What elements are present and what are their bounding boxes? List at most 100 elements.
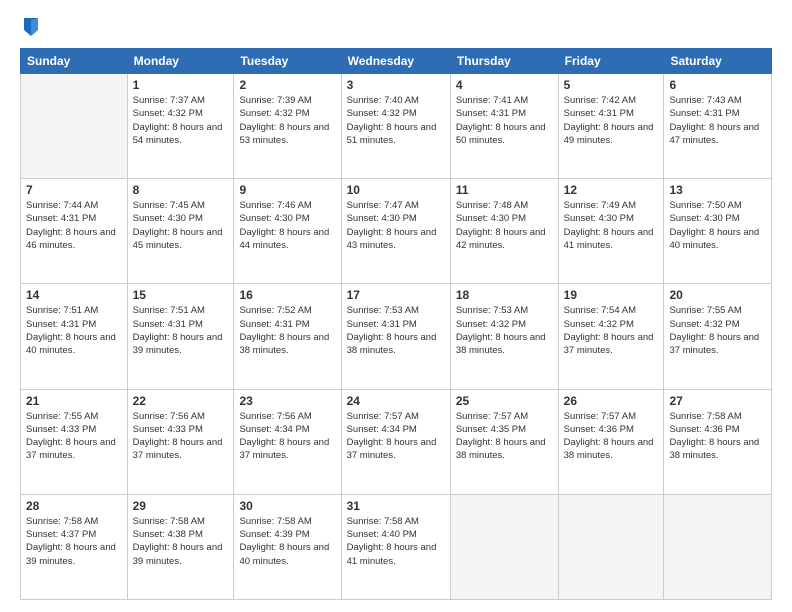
weekday-header-thursday: Thursday [450,49,558,74]
calendar-table: SundayMondayTuesdayWednesdayThursdayFrid… [20,48,772,600]
calendar-cell: 22 Sunrise: 7:56 AMSunset: 4:33 PMDayligh… [127,389,234,494]
calendar-cell: 4 Sunrise: 7:41 AMSunset: 4:31 PMDaylight… [450,74,558,179]
day-info: Sunrise: 7:47 AMSunset: 4:30 PMDaylight:… [347,199,445,252]
day-info: Sunrise: 7:43 AMSunset: 4:31 PMDaylight:… [669,94,766,147]
day-number: 8 [133,183,229,197]
day-number: 30 [239,499,335,513]
day-number: 6 [669,78,766,92]
calendar-cell: 15 Sunrise: 7:51 AMSunset: 4:31 PMDayligh… [127,284,234,389]
day-number: 31 [347,499,445,513]
logo-text [20,18,40,38]
calendar-cell: 26 Sunrise: 7:57 AMSunset: 4:36 PMDayligh… [558,389,664,494]
day-number: 4 [456,78,553,92]
calendar-cell: 30 Sunrise: 7:58 AMSunset: 4:39 PMDayligh… [234,494,341,599]
day-number: 26 [564,394,659,408]
calendar-cell: 7 Sunrise: 7:44 AMSunset: 4:31 PMDaylight… [21,179,128,284]
calendar-cell: 12 Sunrise: 7:49 AMSunset: 4:30 PMDayligh… [558,179,664,284]
day-info: Sunrise: 7:57 AMSunset: 4:35 PMDaylight:… [456,410,553,463]
calendar-cell: 21 Sunrise: 7:55 AMSunset: 4:33 PMDayligh… [21,389,128,494]
calendar-cell [21,74,128,179]
day-info: Sunrise: 7:49 AMSunset: 4:30 PMDaylight:… [564,199,659,252]
day-info: Sunrise: 7:58 AMSunset: 4:40 PMDaylight:… [347,515,445,568]
day-info: Sunrise: 7:37 AMSunset: 4:32 PMDaylight:… [133,94,229,147]
weekday-header-monday: Monday [127,49,234,74]
day-info: Sunrise: 7:56 AMSunset: 4:33 PMDaylight:… [133,410,229,463]
day-number: 17 [347,288,445,302]
day-number: 19 [564,288,659,302]
day-info: Sunrise: 7:50 AMSunset: 4:30 PMDaylight:… [669,199,766,252]
day-info: Sunrise: 7:58 AMSunset: 4:37 PMDaylight:… [26,515,122,568]
calendar-cell: 28 Sunrise: 7:58 AMSunset: 4:37 PMDayligh… [21,494,128,599]
day-info: Sunrise: 7:41 AMSunset: 4:31 PMDaylight:… [456,94,553,147]
page: SundayMondayTuesdayWednesdayThursdayFrid… [0,0,792,612]
day-info: Sunrise: 7:40 AMSunset: 4:32 PMDaylight:… [347,94,445,147]
calendar-cell: 17Sunrise: 7:53 AMSunset: 4:31 PMDayligh… [341,284,450,389]
day-number: 24 [347,394,445,408]
day-number: 28 [26,499,122,513]
day-info: Sunrise: 7:52 AMSunset: 4:31 PMDaylight:… [239,304,335,357]
calendar-cell [664,494,772,599]
weekday-header-saturday: Saturday [664,49,772,74]
calendar-cell: 11 Sunrise: 7:48 AMSunset: 4:30 PMDayligh… [450,179,558,284]
week-row-1: 1 Sunrise: 7:37 AMSunset: 4:32 PMDaylight… [21,74,772,179]
day-info: Sunrise: 7:48 AMSunset: 4:30 PMDaylight:… [456,199,553,252]
day-number: 21 [26,394,122,408]
day-info: Sunrise: 7:44 AMSunset: 4:31 PMDaylight:… [26,199,122,252]
calendar-cell: 16 Sunrise: 7:52 AMSunset: 4:31 PMDayligh… [234,284,341,389]
day-number: 11 [456,183,553,197]
calendar-cell: 23 Sunrise: 7:56 AMSunset: 4:34 PMDayligh… [234,389,341,494]
header [20,18,772,38]
day-number: 15 [133,288,229,302]
calendar-cell: 3 Sunrise: 7:40 AMSunset: 4:32 PMDaylight… [341,74,450,179]
day-info: Sunrise: 7:58 AMSunset: 4:38 PMDaylight:… [133,515,229,568]
week-row-3: 14Sunrise: 7:51 AMSunset: 4:31 PMDayligh… [21,284,772,389]
day-info: Sunrise: 7:58 AMSunset: 4:39 PMDaylight:… [239,515,335,568]
day-number: 12 [564,183,659,197]
day-info: Sunrise: 7:58 AMSunset: 4:36 PMDaylight:… [669,410,766,463]
calendar-cell [450,494,558,599]
weekday-header-wednesday: Wednesday [341,49,450,74]
calendar-cell: 24 Sunrise: 7:57 AMSunset: 4:34 PMDayligh… [341,389,450,494]
day-number: 29 [133,499,229,513]
weekday-header-row: SundayMondayTuesdayWednesdayThursdayFrid… [21,49,772,74]
day-number: 9 [239,183,335,197]
day-info: Sunrise: 7:39 AMSunset: 4:32 PMDaylight:… [239,94,335,147]
day-info: Sunrise: 7:56 AMSunset: 4:34 PMDaylight:… [239,410,335,463]
day-info: Sunrise: 7:57 AMSunset: 4:34 PMDaylight:… [347,410,445,463]
logo-icon [22,16,40,38]
calendar-cell: 10Sunrise: 7:47 AMSunset: 4:30 PMDayligh… [341,179,450,284]
calendar-cell: 9Sunrise: 7:46 AMSunset: 4:30 PMDaylight… [234,179,341,284]
calendar-cell: 6 Sunrise: 7:43 AMSunset: 4:31 PMDaylight… [664,74,772,179]
day-info: Sunrise: 7:54 AMSunset: 4:32 PMDaylight:… [564,304,659,357]
calendar-cell: 5Sunrise: 7:42 AMSunset: 4:31 PMDaylight… [558,74,664,179]
day-number: 2 [239,78,335,92]
day-info: Sunrise: 7:55 AMSunset: 4:32 PMDaylight:… [669,304,766,357]
calendar-cell: 27Sunrise: 7:58 AMSunset: 4:36 PMDayligh… [664,389,772,494]
week-row-4: 21 Sunrise: 7:55 AMSunset: 4:33 PMDayligh… [21,389,772,494]
weekday-header-tuesday: Tuesday [234,49,341,74]
calendar-cell: 18 Sunrise: 7:53 AMSunset: 4:32 PMDayligh… [450,284,558,389]
calendar-cell: 2 Sunrise: 7:39 AMSunset: 4:32 PMDaylight… [234,74,341,179]
day-info: Sunrise: 7:57 AMSunset: 4:36 PMDaylight:… [564,410,659,463]
logo [20,18,40,38]
day-number: 16 [239,288,335,302]
day-number: 3 [347,78,445,92]
calendar-cell: 29 Sunrise: 7:58 AMSunset: 4:38 PMDayligh… [127,494,234,599]
day-number: 1 [133,78,229,92]
day-info: Sunrise: 7:51 AMSunset: 4:31 PMDaylight:… [26,304,122,357]
day-number: 25 [456,394,553,408]
day-number: 5 [564,78,659,92]
day-info: Sunrise: 7:51 AMSunset: 4:31 PMDaylight:… [133,304,229,357]
day-number: 18 [456,288,553,302]
calendar-cell: 14Sunrise: 7:51 AMSunset: 4:31 PMDayligh… [21,284,128,389]
weekday-header-sunday: Sunday [21,49,128,74]
day-number: 23 [239,394,335,408]
day-number: 7 [26,183,122,197]
calendar-cell: 13Sunrise: 7:50 AMSunset: 4:30 PMDayligh… [664,179,772,284]
week-row-5: 28 Sunrise: 7:58 AMSunset: 4:37 PMDayligh… [21,494,772,599]
week-row-2: 7 Sunrise: 7:44 AMSunset: 4:31 PMDaylight… [21,179,772,284]
day-number: 22 [133,394,229,408]
calendar-cell: 31 Sunrise: 7:58 AMSunset: 4:40 PMDayligh… [341,494,450,599]
day-info: Sunrise: 7:53 AMSunset: 4:32 PMDaylight:… [456,304,553,357]
day-info: Sunrise: 7:55 AMSunset: 4:33 PMDaylight:… [26,410,122,463]
